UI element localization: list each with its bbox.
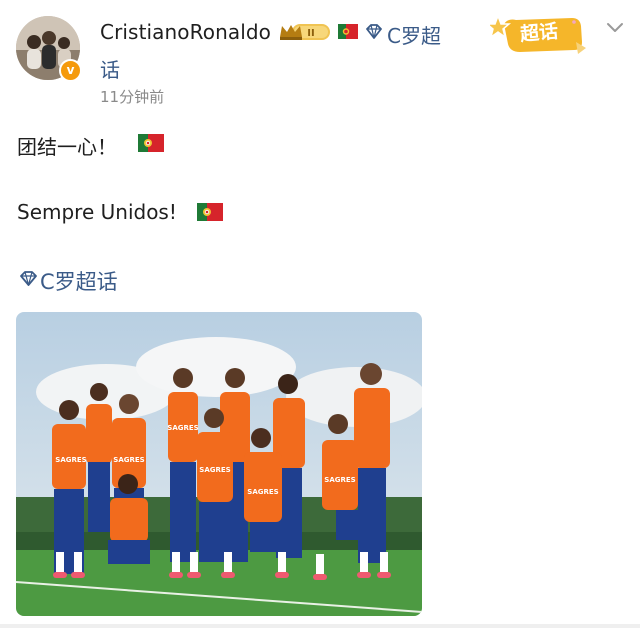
post-photo[interactable]: SAGRES SAGRES SAGRES SAGRES SAGRES SAGRE… [16, 312, 422, 616]
post-text-line-2: Sempre Unidos! [17, 200, 177, 224]
divider [0, 624, 640, 628]
svg-text:SAGRES: SAGRES [199, 466, 230, 474]
svg-text:II: II [307, 28, 314, 39]
portugal-flag-icon [338, 24, 358, 39]
crown-level-badge[interactable]: II [278, 22, 332, 42]
svg-text:SAGRES: SAGRES [113, 456, 144, 464]
super-topic-link[interactable]: C罗超话 [40, 266, 118, 296]
team-photo: SAGRES SAGRES SAGRES SAGRES SAGRES SAGRE… [16, 312, 422, 616]
super-topic-link-inline-wrap[interactable]: 话 [100, 54, 120, 83]
svg-text:SAGRES: SAGRES [55, 456, 86, 464]
super-topic-badge-label: 超话 [519, 20, 560, 46]
verified-badge: v [59, 59, 82, 82]
diamond-icon [366, 24, 382, 39]
svg-text:SAGRES: SAGRES [167, 424, 198, 432]
portugal-flag-icon [138, 134, 164, 152]
svg-text:SAGRES: SAGRES [247, 488, 278, 496]
author-name[interactable]: CristianoRonaldo [100, 20, 271, 44]
super-topic-link-inline[interactable]: C罗超 [387, 20, 441, 49]
chevron-down-icon[interactable] [606, 22, 624, 34]
post-timestamp: 11分钟前 [100, 88, 165, 106]
portugal-flag-icon [197, 203, 223, 221]
diamond-icon[interactable] [18, 270, 39, 288]
svg-text:SAGRES: SAGRES [324, 476, 355, 484]
post-text-line-1: 团结一心！ [17, 135, 117, 159]
